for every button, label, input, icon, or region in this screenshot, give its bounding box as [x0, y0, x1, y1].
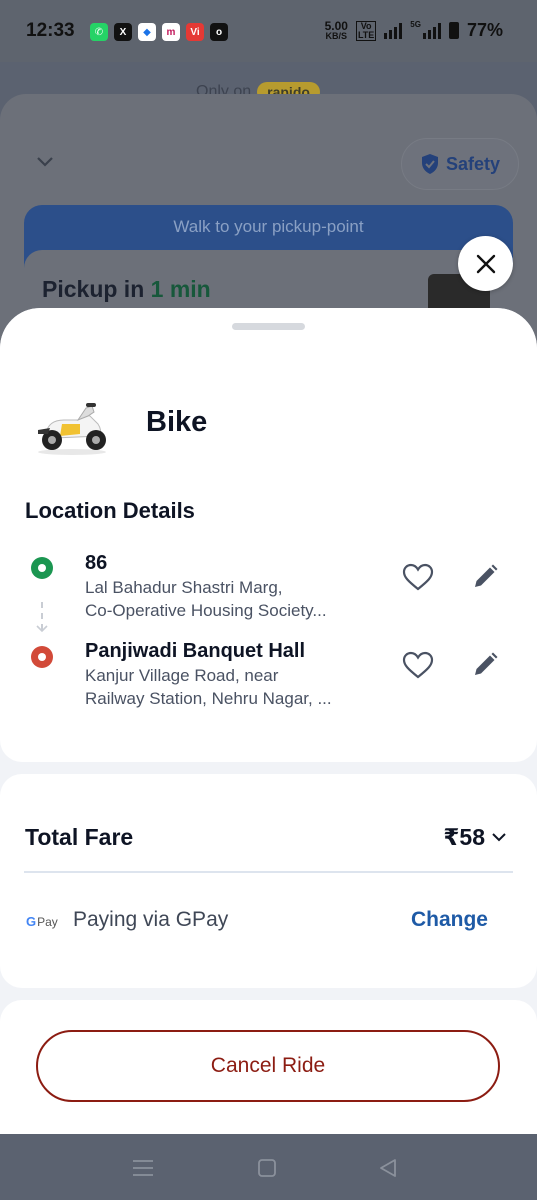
- drag-handle[interactable]: [232, 323, 305, 330]
- status-bar: 12:33 ✆ X ◆ m Vi o 5.00 KB/S Vo LTE 5G 7…: [0, 0, 537, 62]
- arrow-down-icon: [36, 625, 48, 633]
- chevron-down-icon[interactable]: [36, 152, 54, 170]
- home-button[interactable]: [255, 1156, 279, 1180]
- volte-icon: Vo LTE: [355, 20, 377, 41]
- total-fare-amount[interactable]: ₹58: [443, 824, 485, 851]
- battery-icon: [448, 22, 459, 39]
- gpay-logo-pay: Pay: [37, 914, 58, 929]
- notification-icons: ✆ X ◆ m Vi o: [90, 23, 228, 41]
- pickup-address-line2: Co-Operative Housing Society...: [85, 601, 327, 620]
- ride-details-sheet: Bike Location Details 86 Lal Bahadur Sha…: [0, 308, 537, 1134]
- safety-button[interactable]: Safety: [401, 138, 519, 190]
- vi-icon: Vi: [186, 23, 204, 41]
- change-payment-button[interactable]: Change: [411, 908, 488, 932]
- pencil-icon: [475, 564, 498, 587]
- x-icon: X: [114, 23, 132, 41]
- ola-icon: o: [210, 23, 228, 41]
- recents-button[interactable]: [131, 1156, 155, 1180]
- back-button[interactable]: [376, 1156, 400, 1180]
- signal-icon-2: [422, 22, 441, 39]
- drop-address-line1: Kanjur Village Road, near: [85, 666, 279, 685]
- drop-address-line2: Railway Station, Nehru Nagar, ...: [85, 689, 332, 708]
- chevron-down-icon[interactable]: [491, 831, 507, 843]
- edit-drop-button[interactable]: [468, 648, 502, 682]
- status-time: 12:33: [26, 20, 75, 41]
- pickup-name: 86: [85, 552, 108, 574]
- myntra-icon: m: [162, 23, 180, 41]
- safety-label: Safety: [445, 153, 501, 174]
- system-nav-bar: [0, 1134, 537, 1200]
- ride-card: Bike Location Details 86 Lal Bahadur Sha…: [0, 308, 537, 762]
- home-square-icon: [258, 1159, 276, 1177]
- edit-pickup-button[interactable]: [468, 560, 502, 594]
- net-speed-unit: KB/S: [325, 31, 348, 41]
- payment-method-text: Paying via GPay: [73, 908, 229, 931]
- favorite-drop-button[interactable]: [401, 648, 435, 682]
- pencil-icon: [475, 652, 498, 675]
- cancel-ride-button[interactable]: Cancel Ride: [36, 1030, 500, 1102]
- shield-icon: [421, 154, 438, 174]
- pickup-time: 1 min: [150, 276, 211, 302]
- heart-icon: [402, 563, 434, 591]
- close-icon: [476, 254, 495, 273]
- location-details-title: Location Details: [25, 498, 195, 523]
- vehicle-type: Bike: [146, 406, 208, 438]
- fare-card: Total Fare ₹58 G Pay Paying via GPay Cha…: [0, 774, 537, 988]
- status-right-cluster: 5.00 KB/S Vo LTE 5G 77%: [325, 20, 503, 41]
- drop-name: Panjiwadi Banquet Hall: [85, 640, 306, 662]
- drop-dot-icon: [31, 646, 53, 668]
- bike-icon: [38, 403, 106, 455]
- pickup-eta: Pickup in 1 min: [42, 276, 211, 303]
- pickup-dot-icon: [31, 557, 53, 579]
- signal-icon: [384, 22, 403, 39]
- close-button[interactable]: [458, 236, 513, 291]
- fare-divider: [24, 871, 513, 873]
- whatsapp-icon: ✆: [90, 23, 108, 41]
- total-fare-label: Total Fare: [25, 824, 134, 850]
- battery-percent: 77%: [466, 20, 503, 40]
- heart-icon: [402, 651, 434, 679]
- gpay-logo-g: G: [26, 914, 37, 929]
- network-type: 5G: [410, 20, 421, 29]
- net-speed: 5.00 KB/S: [325, 20, 348, 41]
- pickup-address: Lal Bahadur Shastri Marg, Co-Operative H…: [85, 576, 375, 622]
- favorite-pickup-button[interactable]: [401, 560, 435, 594]
- pickup-prefix: Pickup in: [42, 276, 145, 302]
- pickup-address-line1: Lal Bahadur Shastri Marg,: [85, 578, 283, 597]
- volte-bottom: LTE: [357, 29, 375, 40]
- files-icon: ◆: [138, 23, 156, 41]
- gpay-icon: G Pay: [26, 914, 58, 929]
- cancel-card: Cancel Ride: [0, 1000, 537, 1134]
- menu-icon: [133, 1160, 153, 1176]
- back-triangle-icon: [380, 1159, 396, 1177]
- drop-address: Kanjur Village Road, near Railway Statio…: [85, 664, 375, 710]
